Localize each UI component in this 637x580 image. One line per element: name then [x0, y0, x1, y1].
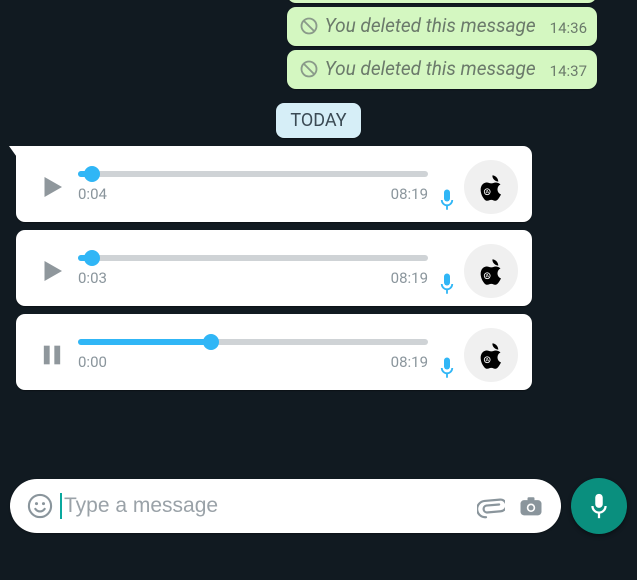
microphone-icon — [436, 272, 458, 296]
voice-elapsed: 0:03 — [78, 269, 107, 287]
message-composer[interactable] — [10, 479, 561, 533]
record-voice-button[interactable] — [571, 478, 627, 534]
voice-seek-slider[interactable] — [78, 339, 428, 345]
deleted-message-text: You deleted this message — [325, 14, 536, 37]
text-cursor — [60, 493, 62, 519]
voice-message-bubble[interactable]: 0:03 08:19 — [16, 230, 532, 306]
ban-icon — [299, 16, 319, 36]
ban-icon — [299, 59, 319, 79]
voice-time: 08:19 — [391, 353, 428, 371]
voice-message-bubble[interactable]: 0:04 08:19 — [16, 146, 532, 222]
voice-elapsed: 0:00 — [78, 353, 107, 371]
sender-avatar[interactable] — [464, 328, 518, 382]
voice-seek-slider[interactable] — [78, 171, 428, 177]
emoji-icon[interactable] — [20, 492, 60, 520]
sender-avatar[interactable] — [464, 160, 518, 214]
message-time: 14:37 — [550, 62, 587, 80]
microphone-icon — [436, 356, 458, 380]
sender-avatar[interactable] — [464, 244, 518, 298]
voice-message-bubble[interactable]: 0:00 08:19 — [16, 314, 532, 390]
voice-elapsed: 0:04 — [78, 185, 107, 203]
voice-time: 08:19 — [391, 269, 428, 287]
voice-seek-slider[interactable] — [78, 255, 428, 261]
deleted-message-bubble[interactable]: You deleted this message 14:36 — [287, 7, 597, 46]
voice-time: 08:19 — [391, 185, 428, 203]
message-time: 14:36 — [550, 19, 587, 37]
message-input[interactable] — [64, 494, 471, 518]
deleted-message-bubble[interactable]: You deleted this message 14:35 — [287, 0, 597, 3]
date-separator: TODAY — [276, 103, 360, 138]
play-button[interactable] — [30, 254, 74, 288]
deleted-message-bubble[interactable]: You deleted this message 14:37 — [287, 50, 597, 89]
deleted-message-text: You deleted this message — [325, 57, 536, 80]
microphone-icon — [436, 188, 458, 212]
camera-icon[interactable] — [511, 492, 551, 520]
pause-button[interactable] — [30, 340, 74, 370]
play-button[interactable] — [30, 170, 74, 204]
attach-icon[interactable] — [471, 492, 511, 520]
